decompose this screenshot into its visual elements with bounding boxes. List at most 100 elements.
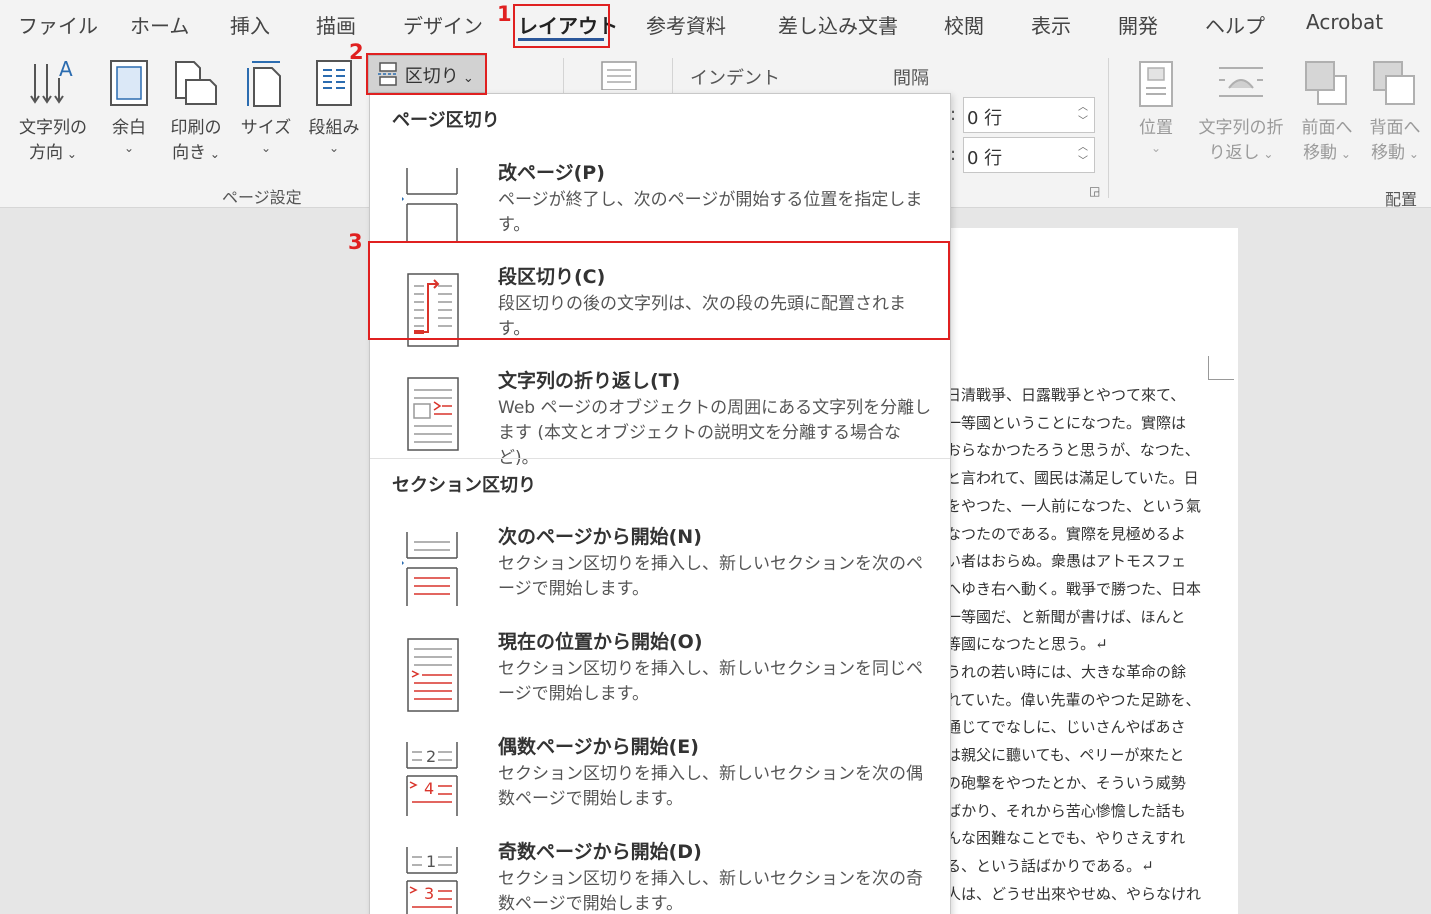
document-text-line: 人は、どうせ出來やせぬ、やらなけれ <box>946 884 1202 903</box>
tab-view[interactable]: 表示 <box>1031 10 1071 39</box>
spin-up-icon[interactable]: ︿ <box>1078 142 1088 154</box>
section-even-page-icon: 2 4 <box>406 742 458 816</box>
spacing-after-value: 0 行 <box>967 148 1003 169</box>
text-direction-label-2: 方向 <box>29 143 64 163</box>
text-wrapping-break-item[interactable]: 文字列の折り返し(T) Web ページのオブジェクトの周囲にある文字列を分離しま… <box>370 358 950 468</box>
tab-insert[interactable]: 挿入 <box>230 10 270 39</box>
annotation-step-2: 2 <box>349 40 364 64</box>
document-text-line: うれの若い時には、大きな革命の餘 <box>946 663 1187 681</box>
size-label: サイズ <box>240 118 292 138</box>
document-text-line: い者はおらぬ。衆愚はアトモスフェ <box>946 552 1187 571</box>
send-backward-icon <box>1373 61 1415 105</box>
orientation-button[interactable]: 印刷の 向き ⌄ <box>162 58 230 167</box>
section-next-page-item[interactable]: 次のページから開始(N) セクション区切りを挿入し、新しいセクションを次のページ… <box>370 514 950 618</box>
columns-icon <box>316 60 352 106</box>
annotation-step-3: 3 <box>348 230 363 254</box>
margins-button[interactable]: 余白 ⌄ <box>104 58 154 155</box>
document-text-line: の砲撃をやつたとか、そういう威勢 <box>946 773 1186 792</box>
tab-acrobat[interactable]: Acrobat <box>1306 10 1383 34</box>
section-next-page-title: 次のページから開始(N) <box>498 526 702 548</box>
document-text-line: 通じてでなしに、じいさんやばあさ <box>946 718 1186 737</box>
section-continuous-desc: セクション区切りを挿入し、新しいセクションを同じページで開始します。 <box>498 659 923 704</box>
spin-down-icon[interactable]: ﹀ <box>1078 156 1088 168</box>
wrap-text-icon <box>1219 67 1263 97</box>
position-icon <box>1139 61 1173 107</box>
tab-references[interactable]: 参考資料 <box>646 10 726 39</box>
spacing-before-field[interactable]: 0 行 ︿ ﹀ <box>963 97 1095 133</box>
send-backward-label-2: 移動 <box>1371 143 1406 163</box>
document-text-line: ばかり、それから苦心慘憺した話も <box>946 801 1186 820</box>
tab-review[interactable]: 校閲 <box>944 10 984 39</box>
section-next-page-desc: セクション区切りを挿入し、新しいセクションを次のページで開始します。 <box>498 554 923 599</box>
indent-label: インデント <box>690 68 780 89</box>
tab-developer[interactable]: 開発 <box>1118 10 1158 39</box>
spacing-before-value: 0 行 <box>967 108 1003 129</box>
tab-draw[interactable]: 描画 <box>316 10 356 39</box>
wrap-text-button[interactable]: 文字列の折 り返し ⌄ <box>1192 58 1290 167</box>
section-next-page-icon <box>402 532 458 606</box>
document-text-line: 一等國ということになつた。實際は <box>946 413 1187 432</box>
document-text-line: へゆき右へ動く。戰爭で勝つた、日本 <box>946 579 1202 598</box>
document-text-line: 日清戰爭、日露戰爭とやつて來て、 <box>946 386 1186 404</box>
annotation-box-column-break <box>368 241 950 340</box>
bring-forward-button[interactable]: 前面へ 移動 ⌄ <box>1296 58 1358 167</box>
svg-text:2: 2 <box>426 747 436 766</box>
spacing-label: 間隔 <box>893 68 929 89</box>
annotation-step-1: 1 <box>497 2 512 26</box>
text-direction-label: 文字列の <box>19 118 87 138</box>
tab-help[interactable]: ヘルプ <box>1205 10 1265 39</box>
position-label: 位置 <box>1139 118 1173 138</box>
spin-up-icon[interactable]: ︿ <box>1078 102 1088 114</box>
orientation-label-2: 向き <box>172 143 207 163</box>
dropdown-divider <box>370 458 950 459</box>
send-backward-button[interactable]: 背面へ 移動 ⌄ <box>1364 58 1426 167</box>
ribbon-divider <box>1108 58 1109 198</box>
page-break-title: 改ページ(P) <box>498 162 605 184</box>
section-odd-page-title: 奇数ページから開始(D) <box>498 841 702 863</box>
tab-mailings[interactable]: 差し込み文書 <box>778 10 898 39</box>
bring-forward-icon <box>1305 61 1347 105</box>
orientation-icon <box>175 61 217 105</box>
svg-text:A: A <box>59 58 73 81</box>
spin-down-icon[interactable]: ﹀ <box>1078 116 1088 128</box>
orientation-label: 印刷の <box>170 118 222 138</box>
columns-button[interactable]: 段組み ⌄ <box>302 58 366 155</box>
text-wrapping-break-title: 文字列の折り返し(T) <box>498 370 681 392</box>
chevron-down-icon: ⌄ <box>260 141 272 155</box>
text-direction-button[interactable]: A 文字列の 方向 ⌄ <box>12 58 94 167</box>
page-setup-group-label: ページ設定 <box>222 188 302 207</box>
chevron-down-icon: ⌄ <box>1150 141 1162 155</box>
wrap-text-label-2: り返し <box>1208 143 1260 163</box>
section-odd-page-desc: セクション区切りを挿入し、新しいセクションを次の奇数ページで開始します。 <box>498 869 923 914</box>
dialog-launcher-icon[interactable]: ◲ <box>1089 184 1100 198</box>
document-text-line: 一等國だ、と新聞が書けば、ほんと <box>946 607 1186 626</box>
section-continuous-item[interactable]: 現在の位置から開始(O) セクション区切りを挿入し、新しいセクションを同じページ… <box>370 619 950 723</box>
position-button[interactable]: 位置 ⌄ <box>1126 58 1186 155</box>
tab-home[interactable]: ホーム <box>130 10 189 39</box>
tab-design[interactable]: デザイン <box>403 10 483 39</box>
document-text-line: れていた。偉い先輩のやつた足跡を、 <box>946 690 1201 709</box>
section-continuous-icon <box>407 638 459 712</box>
section-even-page-item[interactable]: 2 4 偶数ページから開始(E) セクション区切りを挿入し、新しいセクションを次… <box>370 724 950 828</box>
text-direction-icon: A <box>30 58 73 104</box>
spacing-after-field[interactable]: 0 行 ︿ ﹀ <box>963 137 1095 173</box>
section-odd-page-icon: 1 3 <box>406 847 458 914</box>
margins-icon <box>110 60 148 106</box>
bring-forward-label-2: 移動 <box>1303 143 1338 163</box>
page-breaks-header: ページ区切り <box>392 110 500 131</box>
margins-label: 余白 <box>112 118 146 138</box>
size-button[interactable]: サイズ ⌄ <box>238 58 294 155</box>
chevron-down-icon: ⌄ <box>328 141 340 155</box>
page-size-icon <box>247 61 281 107</box>
page-break-item[interactable]: 改ページ(P) ページが終了し、次のページが開始する位置を指定します。 <box>370 150 950 254</box>
wrap-text-label: 文字列の折 <box>1198 118 1284 138</box>
line-numbers-icon <box>601 61 637 90</box>
document-text-line: る、という話ばかりである。↵ <box>946 856 1154 875</box>
annotation-box-layout-tab <box>513 4 610 48</box>
section-odd-page-item[interactable]: 1 3 奇数ページから開始(D) セクション区切りを挿入し、新しいセクションを次… <box>370 829 950 914</box>
document-text-line: と言われて、國民は滿足していた。日 <box>946 469 1199 488</box>
bring-forward-label: 前面へ <box>1301 118 1353 138</box>
document-text-line: おらなかつたろうと思うが、なつた、 <box>946 441 1200 460</box>
text-wrapping-break-icon <box>407 377 459 451</box>
tab-file[interactable]: ファイル <box>18 10 98 39</box>
